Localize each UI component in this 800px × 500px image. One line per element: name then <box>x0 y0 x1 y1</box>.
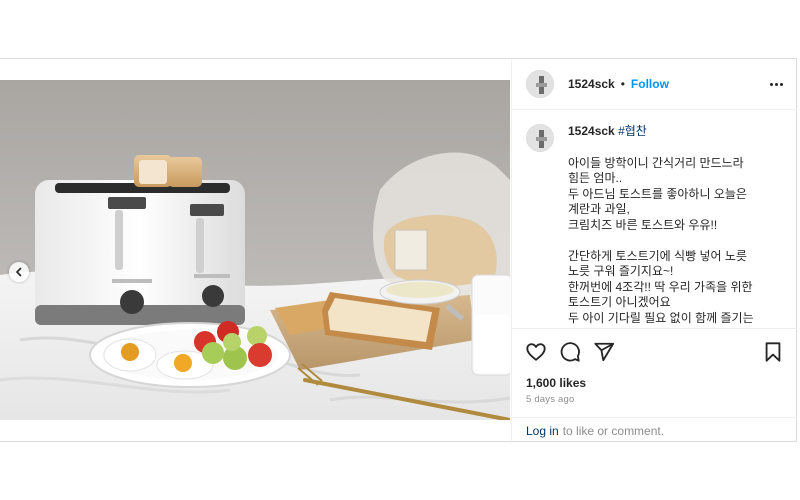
bookmark-icon[interactable] <box>761 340 785 364</box>
carousel-prev-button[interactable] <box>9 262 29 282</box>
caption-header: 1524sck #협찬 <box>568 124 783 140</box>
login-prompt: Log in to like or comment. <box>512 417 797 443</box>
username-link[interactable]: 1524sck <box>568 77 615 91</box>
post-timestamp[interactable]: 5 days ago <box>512 390 797 405</box>
likes-count[interactable]: 1,600 likes <box>512 374 797 390</box>
post-image[interactable] <box>0 80 510 420</box>
caption-avatar[interactable] <box>526 124 554 152</box>
separator-dot: • <box>620 77 625 91</box>
post-sidebar: 1524sck • Follow 1524sck #협찬 아이들 방학이니 간식… <box>511 59 797 443</box>
login-prompt-text: to like or comment. <box>562 423 665 438</box>
post-header: 1524sck • Follow <box>512 59 797 110</box>
heart-icon[interactable] <box>524 340 548 364</box>
more-horizontal-icon[interactable] <box>770 79 783 90</box>
login-link[interactable]: Log in <box>526 424 559 438</box>
avatar[interactable] <box>526 70 554 98</box>
action-bar <box>512 328 797 374</box>
caption-text: 아이들 방학이니 간식거리 만드느라 힘든 엄마.. 두 아드님 토스트를 좋아… <box>568 155 754 325</box>
follow-button[interactable]: Follow <box>631 77 669 91</box>
hashtag-link[interactable]: #협찬 <box>618 124 647 138</box>
comment-icon[interactable] <box>558 340 582 364</box>
post-card: 1524sck • Follow 1524sck #협찬 아이들 방학이니 간식… <box>0 58 797 443</box>
caption-section: 1524sck #협찬 아이들 방학이니 간식거리 만드느라 힘든 엄마.. 두… <box>512 110 797 328</box>
chevron-left-icon <box>16 267 22 277</box>
avatar-image <box>527 71 553 97</box>
avatar-image <box>527 125 553 151</box>
share-icon[interactable] <box>592 340 616 364</box>
caption-body: 1524sck #협찬 아이들 방학이니 간식거리 만드느라 힘든 엄마.. 두… <box>568 124 783 328</box>
caption-username[interactable]: 1524sck <box>568 124 615 138</box>
toaster-breakfast-photo <box>0 80 510 420</box>
